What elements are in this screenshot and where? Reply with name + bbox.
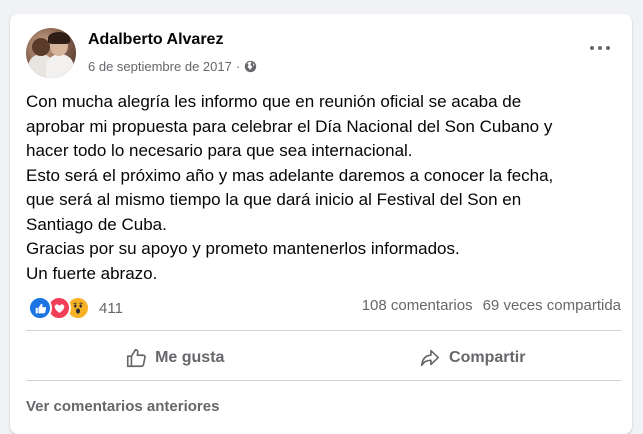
post-text-line: que será al mismo tiempo la que dará ini… [26, 190, 522, 209]
comments-count-link[interactable]: 108 comentarios [362, 297, 473, 314]
meta-separator: · [235, 59, 241, 74]
more-options-button[interactable] [590, 46, 610, 50]
reaction-count: 411 [99, 299, 123, 317]
author-name[interactable]: Adalberto Alvarez [88, 31, 223, 49]
more-horizontal-icon [590, 46, 594, 50]
share-arrow-icon [420, 349, 440, 367]
post-date[interactable]: 6 de septiembre de 2017 [88, 59, 232, 74]
post-text-line: Gracias por su apoyo y prometo mantenerl… [26, 239, 460, 258]
post-card: Adalberto Alvarez 6 de septiembre de 201… [10, 14, 632, 434]
reactions-summary[interactable]: 411 [28, 296, 123, 320]
post-text-line: aprobar mi propuesta para celebrar el Dí… [26, 116, 553, 136]
shares-count-link[interactable]: 69 veces compartida [483, 297, 621, 314]
post-text-line: Esto será el próximo año y mas adelante … [26, 165, 554, 185]
post-actions: Me gusta Compartir [26, 336, 621, 380]
post-text-line: Santiago de Cuba. [26, 214, 167, 234]
thumbs-up-icon [127, 348, 146, 368]
avatar[interactable] [26, 28, 76, 78]
globe-icon[interactable] [244, 60, 257, 73]
divider [26, 330, 621, 331]
post-text-line: Con mucha alegría les informo que en reu… [26, 92, 522, 111]
post-text-line: hacer todo lo necesario para que sea int… [26, 141, 413, 160]
divider [26, 380, 621, 381]
post-text-line: Un fuerte abrazo. [26, 263, 158, 283]
like-icon [28, 296, 52, 320]
post-text: Con mucha alegría les informo que en reu… [26, 90, 622, 286]
post-meta: 6 de septiembre de 2017 · [88, 59, 257, 74]
like-button-label: Me gusta [155, 349, 225, 366]
post-stats: 108 comentarios 69 veces compartida [362, 297, 621, 314]
share-button[interactable]: Compartir [324, 336, 622, 380]
like-button[interactable]: Me gusta [26, 336, 324, 380]
share-button-label: Compartir [449, 349, 526, 366]
